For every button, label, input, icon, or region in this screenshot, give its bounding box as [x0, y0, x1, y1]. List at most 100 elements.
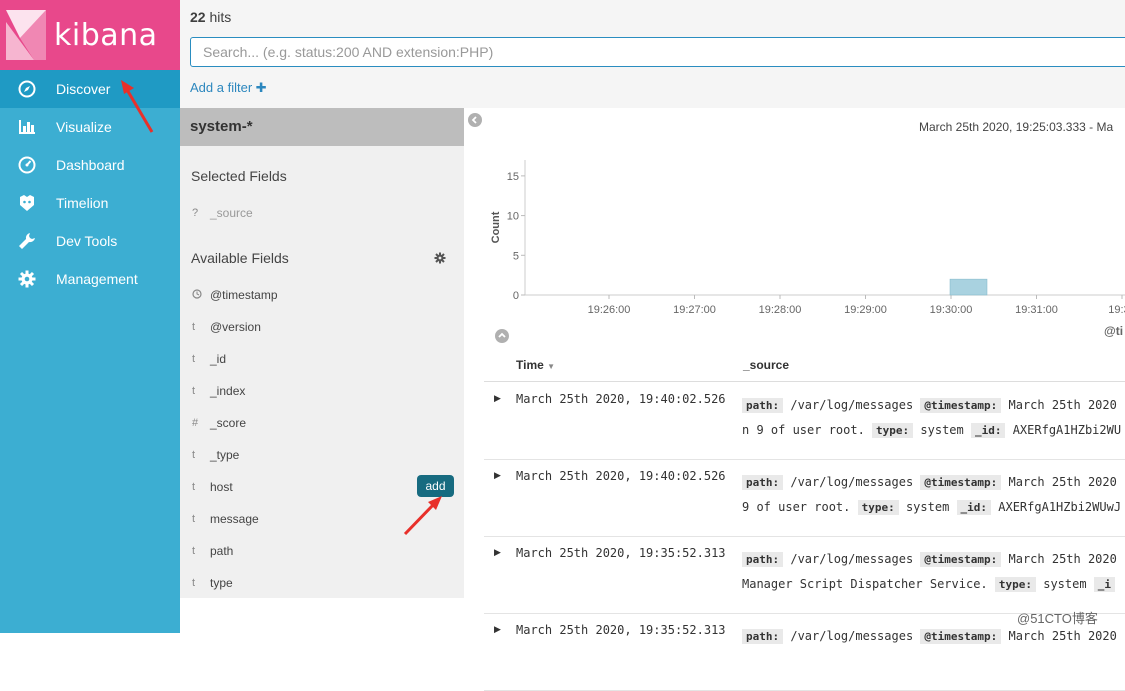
source-value: AXERfgA1HZbi2WUwJ — [991, 500, 1122, 514]
kibana-logo[interactable]: kibana — [0, 0, 180, 70]
source-value: AXERfgA1HZbi2WU — [1005, 423, 1122, 437]
field-name: _score — [210, 416, 247, 430]
source-key: type: — [994, 577, 1036, 592]
source-value: March 25th 2020 — [1001, 398, 1117, 412]
x-tick-label: 19:26:00 — [588, 304, 631, 316]
sort-down-icon: ▼ — [547, 362, 556, 371]
field-item-index[interactable]: t _index — [192, 381, 245, 401]
unknown-type-icon: ? — [192, 207, 199, 219]
search-input[interactable]: Search... (e.g. status:200 AND extension… — [190, 37, 1125, 67]
sidebar-item-management[interactable]: Management — [0, 260, 180, 298]
source-line: path: /var/log/messages @timestamp: Marc… — [742, 624, 1125, 649]
histogram-bar — [949, 278, 988, 296]
x-tick-label: 19:30:00 — [930, 304, 973, 316]
bar-chart-icon — [18, 118, 36, 136]
string-type-icon: t — [192, 545, 196, 557]
field-item-timestamp[interactable]: @timestamp — [192, 285, 278, 305]
field-item-id[interactable]: t _id — [192, 349, 226, 369]
hits-label: hits — [209, 9, 232, 25]
column-header-label: Time — [516, 358, 544, 372]
field-name: message — [210, 512, 259, 526]
string-type-icon: t — [192, 513, 196, 525]
row-time: March 25th 2020, 19:35:52.313 — [516, 623, 726, 637]
string-type-icon: t — [192, 577, 196, 589]
expand-row-icon[interactable]: ▶ — [494, 393, 501, 404]
sidebar-item-label: Dev Tools — [56, 233, 118, 249]
histogram-chart: 0 5 10 15 19:26:00 19:27:00 19:28:00 19:29:00 19… — [490, 160, 1125, 338]
source-value: system — [913, 423, 971, 437]
discover-main: March 25th 2020, 19:25:03.333 - Ma 0 5 10 1… — [464, 108, 1125, 691]
source-key: path: — [742, 629, 784, 644]
brand-name: kibana — [54, 18, 158, 53]
timelion-icon — [18, 194, 36, 212]
kibana-logo-icon — [6, 10, 46, 60]
time-range[interactable]: March 25th 2020, 19:25:03.333 - Ma — [919, 120, 1113, 134]
source-key: @timestamp: — [920, 552, 1002, 567]
source-value: March 25th 2020 — [1001, 629, 1117, 643]
source-value: /var/log/messages — [783, 629, 921, 643]
field-item-version[interactable]: t @version — [192, 317, 261, 337]
y-axis-label: Count — [490, 211, 502, 243]
source-key: path: — [742, 398, 784, 413]
wrench-icon — [18, 232, 36, 250]
field-item-type-meta[interactable]: t _type — [192, 445, 239, 465]
source-line: path: /var/log/messages @timestamp: Marc… — [742, 470, 1125, 495]
x-tick-label: 19:29:00 — [844, 304, 887, 316]
field-name: _id — [210, 352, 227, 366]
source-line: n 9 of user root. type: system _id: AXER… — [742, 418, 1125, 443]
row-source: path: /var/log/messages @timestamp: Marc… — [742, 393, 1125, 443]
plus-icon: ✚ — [255, 80, 267, 95]
row-time: March 25th 2020, 19:35:52.313 — [516, 546, 726, 560]
field-item-source[interactable]: ? _source — [192, 203, 253, 223]
source-key: _id: — [970, 423, 1006, 438]
index-pattern-title[interactable]: system-* — [180, 108, 464, 146]
source-value: March 25th 2020 — [1001, 552, 1117, 566]
string-type-icon: t — [192, 353, 196, 365]
field-item-host[interactable]: t host — [192, 477, 233, 497]
field-item-score[interactable]: # _score — [192, 413, 246, 433]
x-tick-label: 19:31:00 — [1015, 304, 1058, 316]
y-tick-label: 5 — [513, 250, 519, 262]
field-name: path — [210, 544, 234, 558]
y-tick-label: 15 — [507, 171, 519, 183]
document-row[interactable]: ▶ March 25th 2020, 19:40:02.526 path: /var… — [484, 460, 1125, 537]
row-source: path: /var/log/messages @timestamp: Marc… — [742, 547, 1125, 597]
source-value: n 9 of user root. — [742, 423, 873, 437]
expand-row-icon[interactable]: ▶ — [494, 624, 501, 635]
source-key: _id: — [956, 500, 992, 515]
source-value: 9 of user root. — [742, 500, 858, 514]
sidebar-item-dashboard[interactable]: Dashboard — [0, 146, 180, 184]
source-key: @timestamp: — [920, 398, 1002, 413]
expand-row-icon[interactable]: ▶ — [494, 470, 501, 481]
field-name: host — [210, 480, 233, 494]
source-line: path: /var/log/messages @timestamp: Marc… — [742, 393, 1125, 418]
column-header-time[interactable]: Time ▼ — [516, 358, 555, 372]
document-row[interactable]: ▶ March 25th 2020, 19:35:52.313 path: /var… — [484, 537, 1125, 614]
sidebar-item-timelion[interactable]: Timelion — [0, 184, 180, 222]
add-filter-label: Add a filter — [190, 80, 253, 95]
document-row[interactable]: ▶ March 25th 2020, 19:40:02.526 path: /var… — [484, 383, 1125, 460]
row-source: path: /var/log/messages @timestamp: Marc… — [742, 624, 1125, 649]
collapse-chart-button[interactable] — [495, 329, 509, 343]
column-header-source: _source — [743, 358, 790, 372]
field-name: type — [210, 576, 233, 590]
expand-row-icon[interactable]: ▶ — [494, 547, 501, 558]
field-item-type[interactable]: t type — [192, 573, 233, 593]
hits-number: 22 — [190, 9, 206, 25]
field-item-path[interactable]: t path — [192, 541, 233, 561]
add-filter-link[interactable]: Add a filter ✚ — [190, 80, 267, 96]
x-axis-label: @ti — [1104, 324, 1123, 338]
field-name: @timestamp — [210, 288, 278, 302]
source-key: @timestamp: — [920, 629, 1002, 644]
field-name: @version — [210, 320, 261, 334]
field-settings-gear-icon[interactable] — [434, 252, 446, 264]
field-item-message[interactable]: t message — [192, 509, 259, 529]
field-name: _type — [210, 448, 240, 462]
collapse-sidebar-button[interactable] — [468, 113, 482, 127]
source-value: /var/log/messages — [783, 398, 921, 412]
source-value: Manager Script Dispatcher Service. — [742, 577, 995, 591]
sidebar-item-dev-tools[interactable]: Dev Tools — [0, 222, 180, 260]
source-key: type: — [857, 500, 899, 515]
row-time: March 25th 2020, 19:40:02.526 — [516, 469, 726, 483]
source-key: path: — [742, 552, 784, 567]
